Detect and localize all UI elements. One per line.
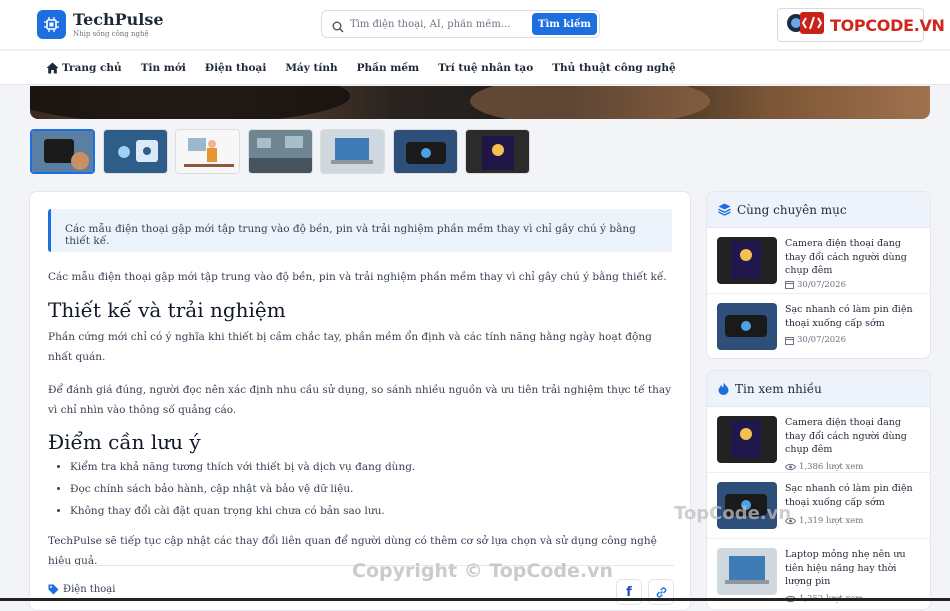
site-tagline: Nhịp sống công nghệ — [73, 29, 149, 38]
list-item: Đọc chính sách bảo hành, cập nhật và bảo… — [70, 478, 672, 500]
gallery-thumb[interactable] — [465, 129, 530, 174]
related-panel: Cùng chuyên mục Camera điện thoại đang t… — [706, 191, 931, 359]
nav-label: Trang chủ — [62, 61, 122, 74]
related-thumb — [717, 303, 777, 350]
search-icon — [332, 18, 344, 37]
gallery-thumb[interactable] — [175, 129, 240, 174]
popular-title: Tin xem nhiều — [735, 381, 822, 396]
search-input[interactable] — [350, 16, 520, 32]
popular-header: Tin xem nhiều — [707, 371, 930, 407]
gallery-thumb[interactable] — [392, 129, 458, 174]
site-name: TechPulse — [73, 9, 164, 29]
layers-icon — [718, 203, 731, 216]
nav-item-computers[interactable]: Máy tính — [285, 62, 337, 74]
popular-item[interactable]: Camera điện thoại đang thay đổi cách ngư… — [707, 407, 930, 473]
nav-item-ai[interactable]: Trí tuệ nhân tạo — [438, 62, 533, 74]
home-icon — [46, 62, 59, 74]
topcode-brand-text: TOPCODE.VN — [830, 15, 945, 35]
list-item: Không thay đổi cài đặt quan trọng khi ch… — [70, 500, 672, 522]
related-title: Cùng chuyên mục — [737, 202, 847, 217]
related-thumb — [717, 237, 777, 284]
article-summary: Các mẫu điện thoại gập mới tập trung vào… — [48, 209, 672, 252]
popular-title-text: Laptop mỏng nhẹ nên ưu tiên hiệu năng ha… — [785, 549, 906, 587]
main-nav: Trang chủ Tin mới Điện thoại Máy tính Ph… — [0, 51, 950, 85]
nav-item-tips[interactable]: Thủ thuật công nghệ — [552, 62, 675, 74]
search-button[interactable]: Tìm kiếm — [532, 13, 597, 35]
popular-thumb — [717, 548, 777, 595]
site-logo[interactable]: TechPulse Nhịp sống công nghệ — [37, 10, 164, 39]
popular-panel: Tin xem nhiều Camera điện thoại đang tha… — [706, 370, 931, 610]
calendar-icon — [785, 336, 794, 345]
nav-item-home[interactable]: Trang chủ — [46, 62, 122, 74]
watermark-text: TopCode.vn — [674, 503, 792, 524]
copy-link-button[interactable] — [648, 579, 674, 605]
popular-views: 1,386 lượt xem — [785, 462, 920, 472]
gallery-thumb[interactable] — [247, 129, 313, 174]
link-icon — [655, 586, 668, 599]
article-paragraph: Phần cứng mới chỉ có ý nghĩa khi thiết b… — [48, 331, 652, 363]
tag-icon — [48, 584, 59, 595]
chip-icon — [37, 10, 66, 39]
gallery-thumb[interactable] — [30, 129, 95, 174]
category-tag[interactable]: Điện thoại — [48, 584, 115, 595]
share-facebook-button[interactable]: f — [616, 579, 642, 605]
hero-image — [30, 86, 930, 119]
related-header: Cùng chuyên mục — [707, 192, 930, 228]
related-item[interactable]: Camera điện thoại đang thay đổi cách ngư… — [707, 228, 930, 294]
related-date: 30/07/2026 — [785, 280, 920, 290]
topcode-badge[interactable]: TOPCODE.VN — [777, 8, 945, 42]
related-date: 30/07/2026 — [785, 335, 920, 345]
popular-views: 1,319 lượt xem — [785, 516, 920, 526]
popular-title-text: Sạc nhanh có làm pin điện thoại xuống cấ… — [785, 483, 913, 508]
notes-list: Kiểm tra khả năng tương thích với thiết … — [70, 456, 672, 522]
article-intro: Các mẫu điện thoại gập mới tập trung vào… — [48, 271, 667, 283]
nav-item-latest[interactable]: Tin mới — [141, 62, 186, 74]
nav-item-phones[interactable]: Điện thoại — [205, 62, 266, 74]
gallery-thumb[interactable] — [320, 129, 385, 174]
related-title-text: Camera điện thoại đang thay đổi cách ngư… — [785, 238, 907, 276]
fire-icon — [718, 382, 729, 395]
calendar-icon — [785, 280, 794, 289]
heading-design: Thiết kế và trải nghiệm — [48, 298, 286, 322]
nav-item-software[interactable]: Phần mềm — [357, 62, 420, 74]
article-body: Các mẫu điện thoại gập mới tập trung vào… — [29, 191, 691, 611]
related-item[interactable]: Sạc nhanh có làm pin điện thoại xuống cấ… — [707, 294, 930, 358]
popular-title-text: Camera điện thoại đang thay đổi cách ngư… — [785, 417, 907, 455]
eye-icon — [785, 463, 796, 471]
list-item: Kiểm tra khả năng tương thích với thiết … — [70, 456, 672, 478]
search-bar: Tìm kiếm — [321, 10, 600, 38]
gallery-thumbnails — [30, 129, 538, 174]
topcode-logo-icon — [786, 10, 826, 40]
tag-label: Điện thoại — [63, 584, 116, 595]
popular-thumb — [717, 416, 777, 463]
heading-notes: Điểm cần lưu ý — [48, 430, 201, 454]
site-header: TechPulse Nhịp sống công nghệ Tìm kiếm T… — [0, 0, 950, 50]
related-title-text: Sạc nhanh có làm pin điện thoại xuống cấ… — [785, 304, 913, 329]
watermark-copyright: Copyright © TopCode.vn — [352, 560, 614, 582]
popular-item[interactable]: Laptop mỏng nhẹ nên ưu tiên hiệu năng ha… — [707, 539, 930, 605]
gallery-thumb[interactable] — [102, 129, 168, 174]
article-paragraph: Để đánh giá đúng, người đọc nên xác định… — [48, 384, 672, 416]
